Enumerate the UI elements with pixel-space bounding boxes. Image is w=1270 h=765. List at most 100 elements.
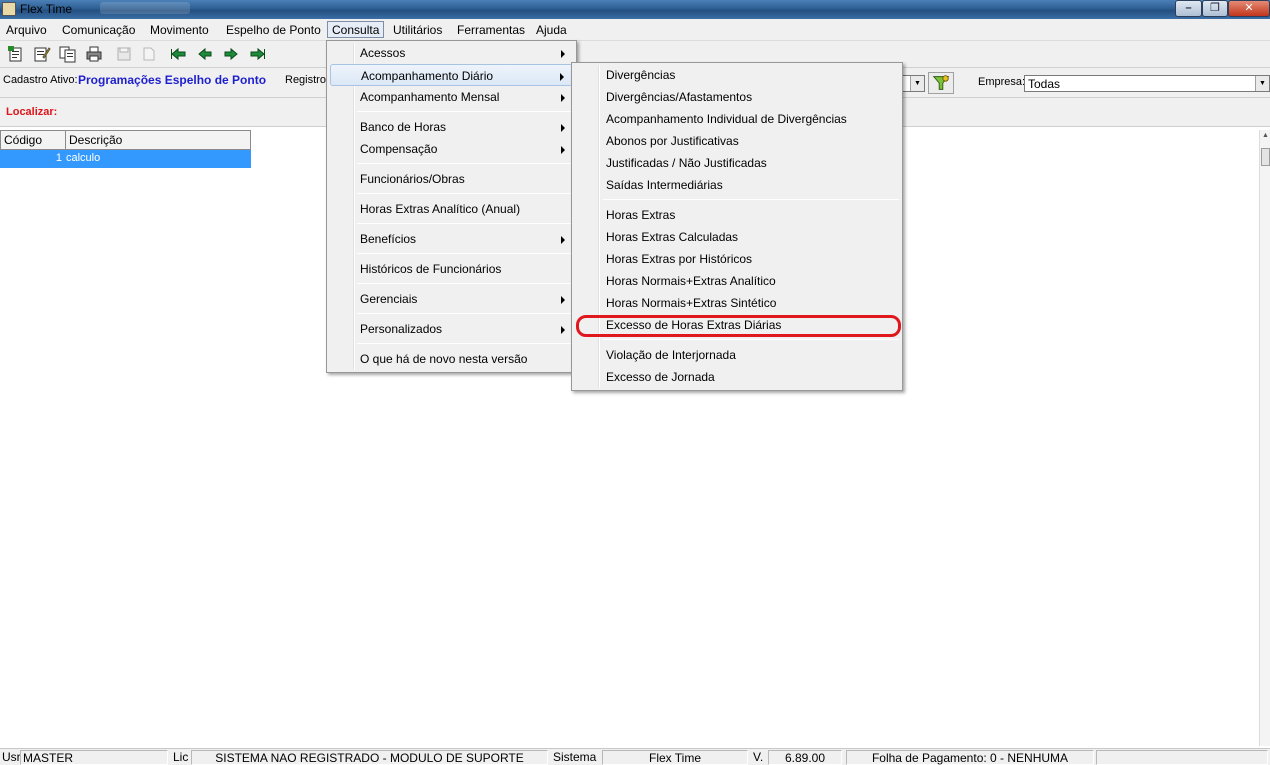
edit-record-icon[interactable] xyxy=(33,45,51,63)
menu-separator xyxy=(357,111,573,112)
vertical-scrollbar[interactable]: ▲ xyxy=(1259,130,1270,746)
empresa-select[interactable]: Todas ▼ xyxy=(1024,75,1270,92)
save-icon[interactable] xyxy=(115,45,133,63)
scroll-thumb[interactable] xyxy=(1261,148,1270,166)
version-value: 6.89.00 xyxy=(768,750,842,765)
menu-item-personalizados[interactable]: Personalizados xyxy=(330,318,573,340)
chevron-down-icon[interactable]: ▼ xyxy=(910,76,924,91)
menu-separator xyxy=(357,163,573,164)
menu-item-label: Compensação xyxy=(360,142,438,156)
menu-item-label: Horas Extras Calculadas xyxy=(606,230,739,244)
next-record-icon[interactable] xyxy=(222,45,240,63)
submenu-arrow-icon xyxy=(561,124,565,132)
menu-item-label: Justificadas / Não Justificadas xyxy=(606,156,767,170)
restore-icon: ❐ xyxy=(1210,2,1220,14)
menu-item-funcionarios-obras[interactable]: Funcionários/Obras xyxy=(330,168,573,190)
submenu-item-acompanhamento-individual[interactable]: Acompanhamento Individual de Divergência… xyxy=(575,108,899,130)
submenu-item-abonos-justificativas[interactable]: Abonos por Justificativas xyxy=(575,130,899,152)
print-icon[interactable] xyxy=(85,45,103,63)
table-row[interactable]: 1 calculo xyxy=(0,150,251,168)
menu-item-beneficios[interactable]: Benefícios xyxy=(330,228,573,250)
menu-item-label: Acompanhamento Individual de Divergência… xyxy=(606,112,847,126)
menu-espelho-de-ponto[interactable]: Espelho de Ponto xyxy=(222,22,325,39)
cadastro-label: Cadastro Ativo: xyxy=(3,74,78,86)
submenu-item-horas-extras[interactable]: Horas Extras xyxy=(575,204,899,226)
minimize-button[interactable]: – xyxy=(1175,0,1202,17)
cancel-icon[interactable] xyxy=(140,45,158,63)
copy-record-icon[interactable] xyxy=(59,45,77,63)
column-header-descricao[interactable]: Descrição xyxy=(65,130,251,150)
localizar-label: Localizar: xyxy=(6,106,58,118)
submenu-item-justificadas[interactable]: Justificadas / Não Justificadas xyxy=(575,152,899,174)
first-record-icon[interactable] xyxy=(170,45,188,63)
menu-item-label: Divergências/Afastamentos xyxy=(606,90,753,104)
version-label: V. xyxy=(753,750,764,764)
highlight-annotation xyxy=(576,315,901,337)
new-record-icon[interactable] xyxy=(7,45,25,63)
close-button[interactable]: ✕ xyxy=(1228,0,1270,17)
submenu-arrow-icon xyxy=(561,236,565,244)
cell-codigo: 1 xyxy=(55,152,62,164)
status-bar: Usr MASTER Lic SISTEMA NAO REGISTRADO - … xyxy=(0,748,1270,765)
menu-separator xyxy=(357,193,573,194)
menu-item-acompanhamento-mensal[interactable]: Acompanhamento Mensal xyxy=(330,86,573,108)
menu-item-label: Personalizados xyxy=(360,322,443,336)
menu-item-label: Horas Normais+Extras Sintético xyxy=(606,296,777,310)
last-record-icon[interactable] xyxy=(248,45,266,63)
submenu-item-violacao-interjornada[interactable]: Violação de Interjornada xyxy=(575,344,899,366)
menu-item-novidades[interactable]: O que há de novo nesta versão xyxy=(330,348,573,370)
empresa-value: Todas xyxy=(1028,77,1061,91)
menu-item-horas-extras-analitico[interactable]: Horas Extras Analítico (Anual) xyxy=(330,198,573,220)
submenu-item-horas-extras-calculadas[interactable]: Horas Extras Calculadas xyxy=(575,226,899,248)
menu-item-label: Funcionários/Obras xyxy=(360,172,465,186)
filter-button[interactable] xyxy=(928,72,954,94)
submenu-arrow-icon xyxy=(561,94,565,102)
scroll-up-icon[interactable]: ▲ xyxy=(1261,132,1270,144)
menu-item-acessos[interactable]: Acessos xyxy=(330,42,573,64)
menu-consulta[interactable]: Consulta xyxy=(327,21,385,38)
menu-movimento[interactable]: Movimento xyxy=(146,22,213,39)
menu-utilitarios[interactable]: Utilitários xyxy=(389,22,446,39)
submenu-item-divergencias-afastamentos[interactable]: Divergências/Afastamentos xyxy=(575,86,899,108)
menu-item-label: Históricos de Funcionários xyxy=(360,262,502,276)
submenu-item-normais-extras-analitico[interactable]: Horas Normais+Extras Analítico xyxy=(575,270,899,292)
cell-descricao: calculo xyxy=(66,152,101,164)
acompanhamento-diario-submenu: Divergências Divergências/Afastamentos A… xyxy=(571,62,903,391)
menu-comunicacao[interactable]: Comunicação xyxy=(58,22,139,39)
menu-item-compensacao[interactable]: Compensação xyxy=(330,138,573,160)
menu-ferramentas[interactable]: Ferramentas xyxy=(453,22,529,39)
submenu-arrow-icon xyxy=(561,326,565,334)
menu-item-gerenciais[interactable]: Gerenciais xyxy=(330,288,573,310)
close-icon: ✕ xyxy=(1244,2,1254,14)
folha-pagamento-status: Folha de Pagamento: 0 - NENHUMA xyxy=(846,750,1094,765)
sistema-label: Sistema xyxy=(553,750,597,764)
menu-item-label: Horas Extras xyxy=(606,208,676,222)
menu-item-label: Acompanhamento Diário xyxy=(361,69,494,83)
menu-item-historicos-funcionarios[interactable]: Históricos de Funcionários xyxy=(330,258,573,280)
prev-record-icon[interactable] xyxy=(196,45,214,63)
chevron-down-icon[interactable]: ▼ xyxy=(1255,76,1269,91)
submenu-item-saidas-intermediarias[interactable]: Saídas Intermediárias xyxy=(575,174,899,196)
menu-item-label: O que há de novo nesta versão xyxy=(360,352,528,366)
filter-icon xyxy=(932,75,950,90)
submenu-item-normais-extras-sintetico[interactable]: Horas Normais+Extras Sintético xyxy=(575,292,899,314)
registro-label: Registro xyxy=(285,74,326,86)
empresa-label: Empresa: xyxy=(978,76,1026,88)
menu-item-label: Horas Extras Analítico (Anual) xyxy=(360,202,521,216)
menu-item-label: Abonos por Justificativas xyxy=(606,134,739,148)
menu-item-label: Horas Normais+Extras Analítico xyxy=(606,274,776,288)
menu-item-banco-de-horas[interactable]: Banco de Horas xyxy=(330,116,573,138)
menu-ajuda[interactable]: Ajuda xyxy=(532,22,571,39)
submenu-item-horas-extras-historicos[interactable]: Horas Extras por Históricos xyxy=(575,248,899,270)
menu-item-label: Saídas Intermediárias xyxy=(606,178,723,192)
menu-item-acompanhamento-diario[interactable]: Acompanhamento Diário xyxy=(330,64,573,86)
submenu-arrow-icon xyxy=(561,50,565,58)
menu-item-label: Gerenciais xyxy=(360,292,418,306)
submenu-item-divergencias[interactable]: Divergências xyxy=(575,64,899,86)
column-header-codigo[interactable]: Código xyxy=(0,130,66,150)
menu-item-label: Banco de Horas xyxy=(360,120,447,134)
menu-item-label: Violação de Interjornada xyxy=(606,348,736,362)
menu-arquivo[interactable]: Arquivo xyxy=(2,22,51,39)
submenu-item-excesso-jornada[interactable]: Excesso de Jornada xyxy=(575,366,899,388)
maximize-button[interactable]: ❐ xyxy=(1202,0,1228,17)
